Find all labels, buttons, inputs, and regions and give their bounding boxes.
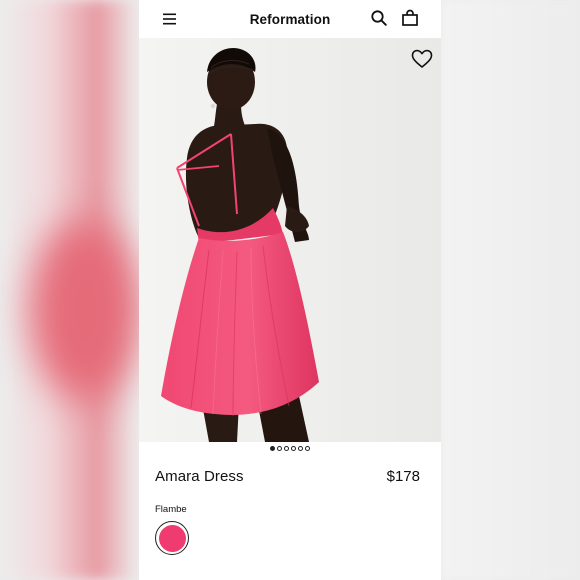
color-name: Flambe	[155, 504, 187, 515]
carousel-dot[interactable]	[284, 446, 289, 451]
carousel-dot[interactable]	[305, 446, 310, 451]
product-page: Reformation Amara Dress $178 Flambe	[139, 0, 441, 580]
product-image[interactable]	[139, 38, 441, 442]
carousel-dot[interactable]	[291, 446, 296, 451]
top-nav: Reformation	[139, 0, 441, 38]
search-icon[interactable]	[370, 9, 388, 27]
hamburger-menu-icon[interactable]	[161, 10, 179, 28]
carousel-dot[interactable]	[298, 446, 303, 451]
blurred-backdrop-left	[0, 0, 140, 580]
blurred-backdrop-right	[441, 0, 580, 580]
color-swatch-flambe[interactable]	[155, 521, 189, 555]
model-photo	[139, 38, 441, 442]
shopping-bag-icon[interactable]	[401, 9, 419, 27]
color-swatch-fill	[158, 524, 186, 552]
carousel-dot[interactable]	[277, 446, 282, 451]
heart-icon[interactable]	[411, 49, 433, 69]
product-name: Amara Dress	[155, 468, 244, 485]
product-price: $178	[386, 468, 420, 485]
carousel-dot[interactable]	[270, 446, 275, 451]
brand-logo[interactable]: Reformation	[250, 12, 331, 27]
carousel-indicator	[139, 446, 441, 456]
